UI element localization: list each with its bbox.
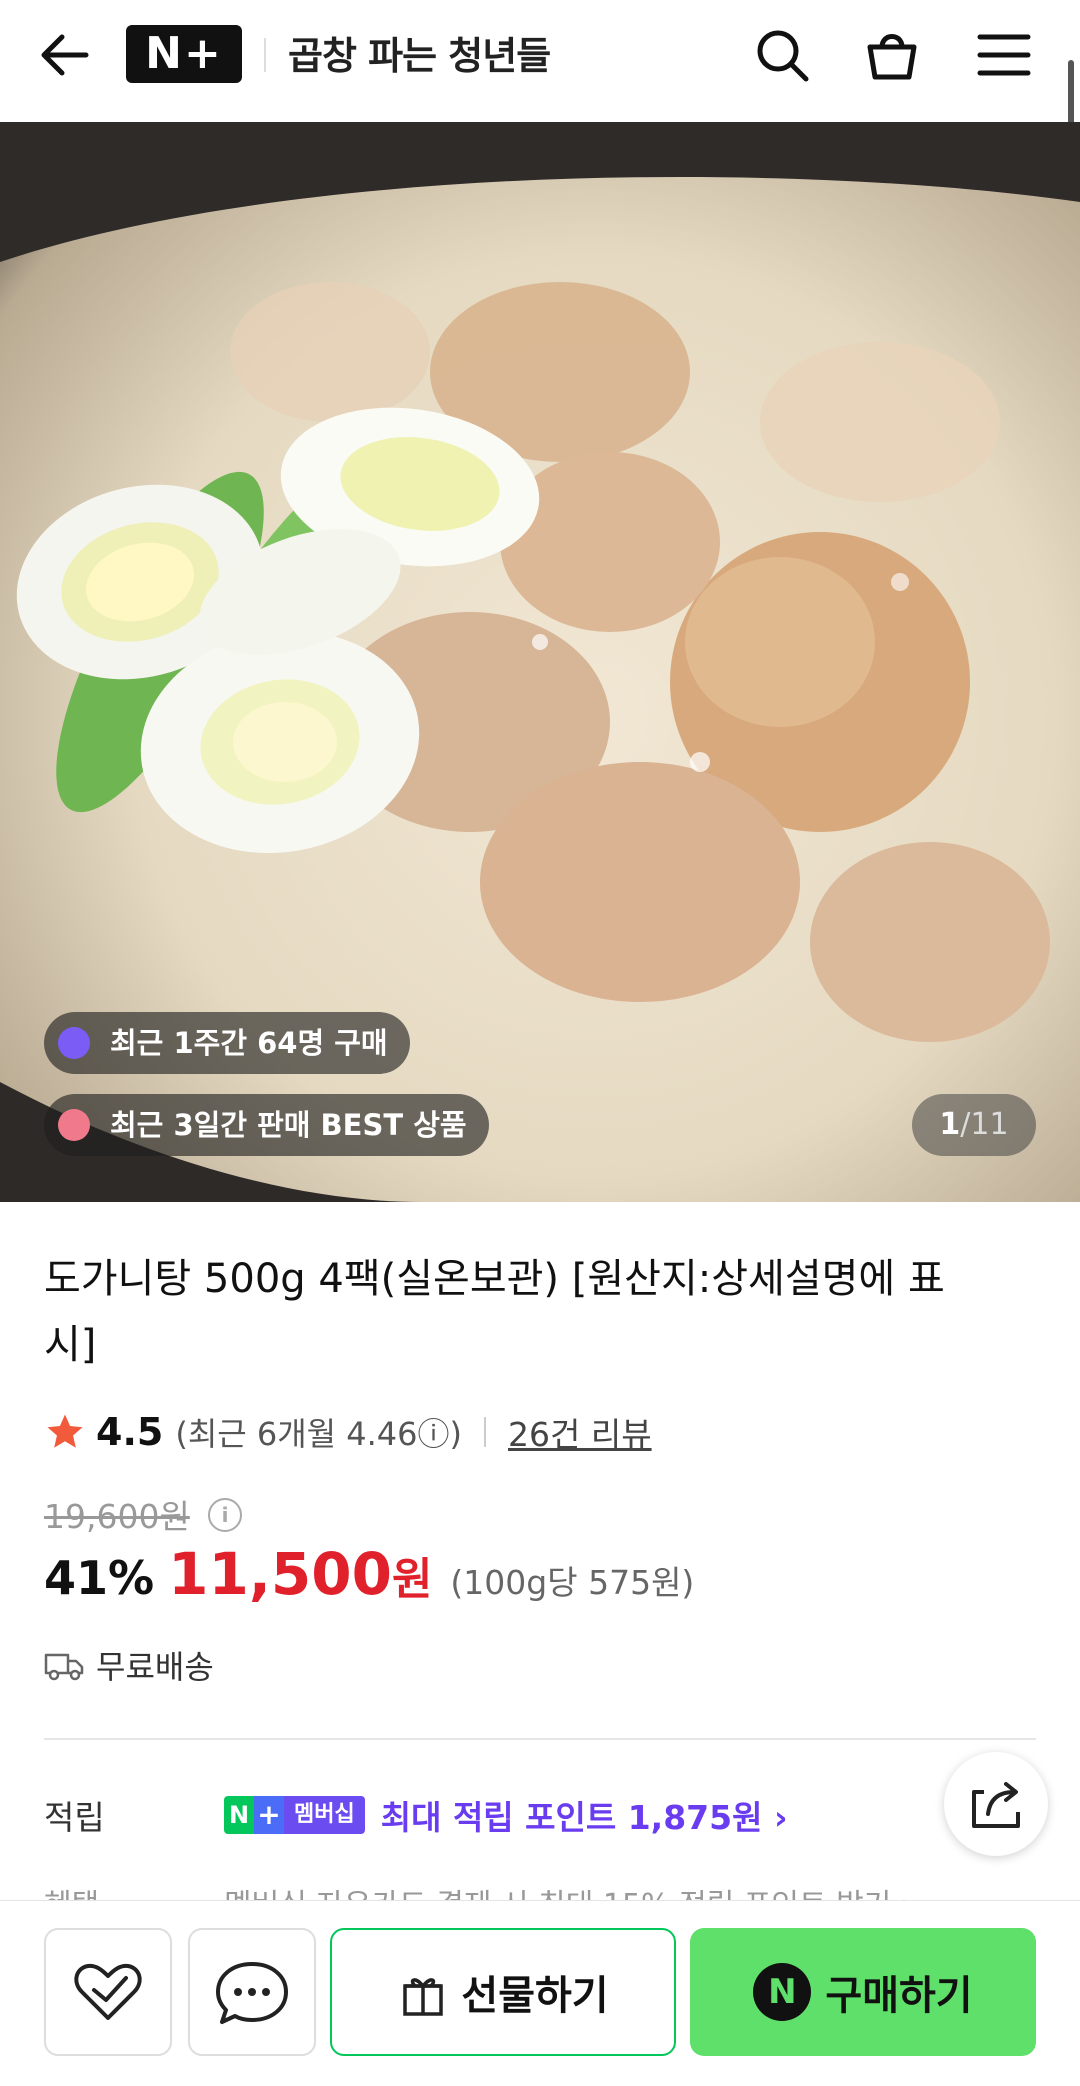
search-button[interactable] <box>752 25 812 85</box>
store-name[interactable]: 곱창 파는 청년들 <box>288 26 551 86</box>
share-icon <box>972 1782 1020 1828</box>
shipping-text: 무료배송 <box>96 1648 214 1686</box>
search-icon <box>757 30 809 82</box>
unit-price: (100g당 575원) <box>450 1563 695 1602</box>
original-price: 19,600원 <box>44 1497 190 1536</box>
price-row: 41% 11,500 원 (100g당 575원) <box>44 1540 694 1620</box>
gift-box-icon <box>58 1109 90 1141</box>
image-current: 1 <box>939 1107 961 1142</box>
discount-rate: 41% <box>44 1551 155 1605</box>
weekly-purchase-badge: 최근 1주간 64명 구매 <box>44 1012 410 1074</box>
points-row[interactable]: 적립 N + 멤버십 최대 적립 포인트 1,875원 › <box>44 1786 1004 1844</box>
review-count-link[interactable]: 26건 리뷰 <box>508 1408 652 1456</box>
header: N+ 곱창 파는 청년들 <box>0 0 1080 122</box>
image-counter: 1/11 <box>912 1094 1036 1156</box>
gift-icon <box>403 1978 444 2016</box>
buy-button-label: 구매하기 <box>825 1973 973 2019</box>
max-points-link[interactable]: 최대 적립 포인트 1,875원 › <box>381 1791 788 1839</box>
membership-badge-text: 멤버십 <box>284 1796 365 1834</box>
bag-icon <box>58 1027 90 1059</box>
price-info-icon[interactable]: i <box>208 1498 242 1532</box>
product-image[interactable]: 최근 1주간 64명 구매 최근 3일간 판매 BEST 상품 <box>0 122 1080 1202</box>
product-title: 도가니탕 500g 4팩(실온보관) [원산지:상세설명에 표시] <box>44 1256 945 1368</box>
nplus-store-badge[interactable]: N+ <box>126 25 242 83</box>
header-divider <box>264 38 266 72</box>
recent-rating[interactable]: (최근 6개월 4.46ⓘ) <box>175 1409 462 1455</box>
best-seller-text: 최근 3일간 판매 BEST 상품 <box>110 1108 467 1142</box>
naver-pay-icon: N <box>753 1963 812 2021</box>
membership-badge-n: N <box>224 1796 254 1834</box>
chat-icon <box>216 1962 288 2024</box>
buy-button[interactable]: N 구매하기 <box>690 1928 1036 2056</box>
back-arrow-icon <box>41 34 89 76</box>
best-seller-badge: 최근 3일간 판매 BEST 상품 <box>44 1094 489 1156</box>
cart-button[interactable] <box>862 25 922 85</box>
weekly-purchase-text: 최근 1주간 64명 구매 <box>110 1026 388 1060</box>
rating-value: 4.5 <box>96 1410 164 1454</box>
image-total: /11 <box>960 1107 1009 1142</box>
heart-check-icon <box>74 1963 142 2020</box>
share-button[interactable] <box>944 1752 1048 1856</box>
membership-badge-plus: + <box>254 1796 284 1834</box>
points-label: 적립 <box>44 1798 105 1837</box>
price-currency: 원 <box>391 1554 433 1605</box>
gift-button-label: 선물하기 <box>461 1973 609 2019</box>
back-button[interactable] <box>36 25 96 85</box>
sale-price: 11,500 <box>168 1540 392 1608</box>
menu-icon <box>977 34 1031 76</box>
membership-badge: N + 멤버십 <box>224 1796 365 1834</box>
shipping-row: 무료배송 <box>44 1638 214 1692</box>
wishlist-button[interactable] <box>44 1928 172 2056</box>
cart-icon <box>867 34 917 80</box>
chat-button[interactable] <box>188 1928 316 2056</box>
menu-button[interactable] <box>974 25 1034 85</box>
rating-divider <box>484 1417 487 1447</box>
section-divider <box>44 1738 1036 1740</box>
rating-row: 4.5 (최근 6개월 4.46ⓘ) 26건 리뷰 <box>44 1404 652 1460</box>
star-icon <box>47 1414 83 1448</box>
gift-button[interactable]: 선물하기 <box>330 1928 676 2056</box>
truck-icon <box>44 1653 84 1681</box>
